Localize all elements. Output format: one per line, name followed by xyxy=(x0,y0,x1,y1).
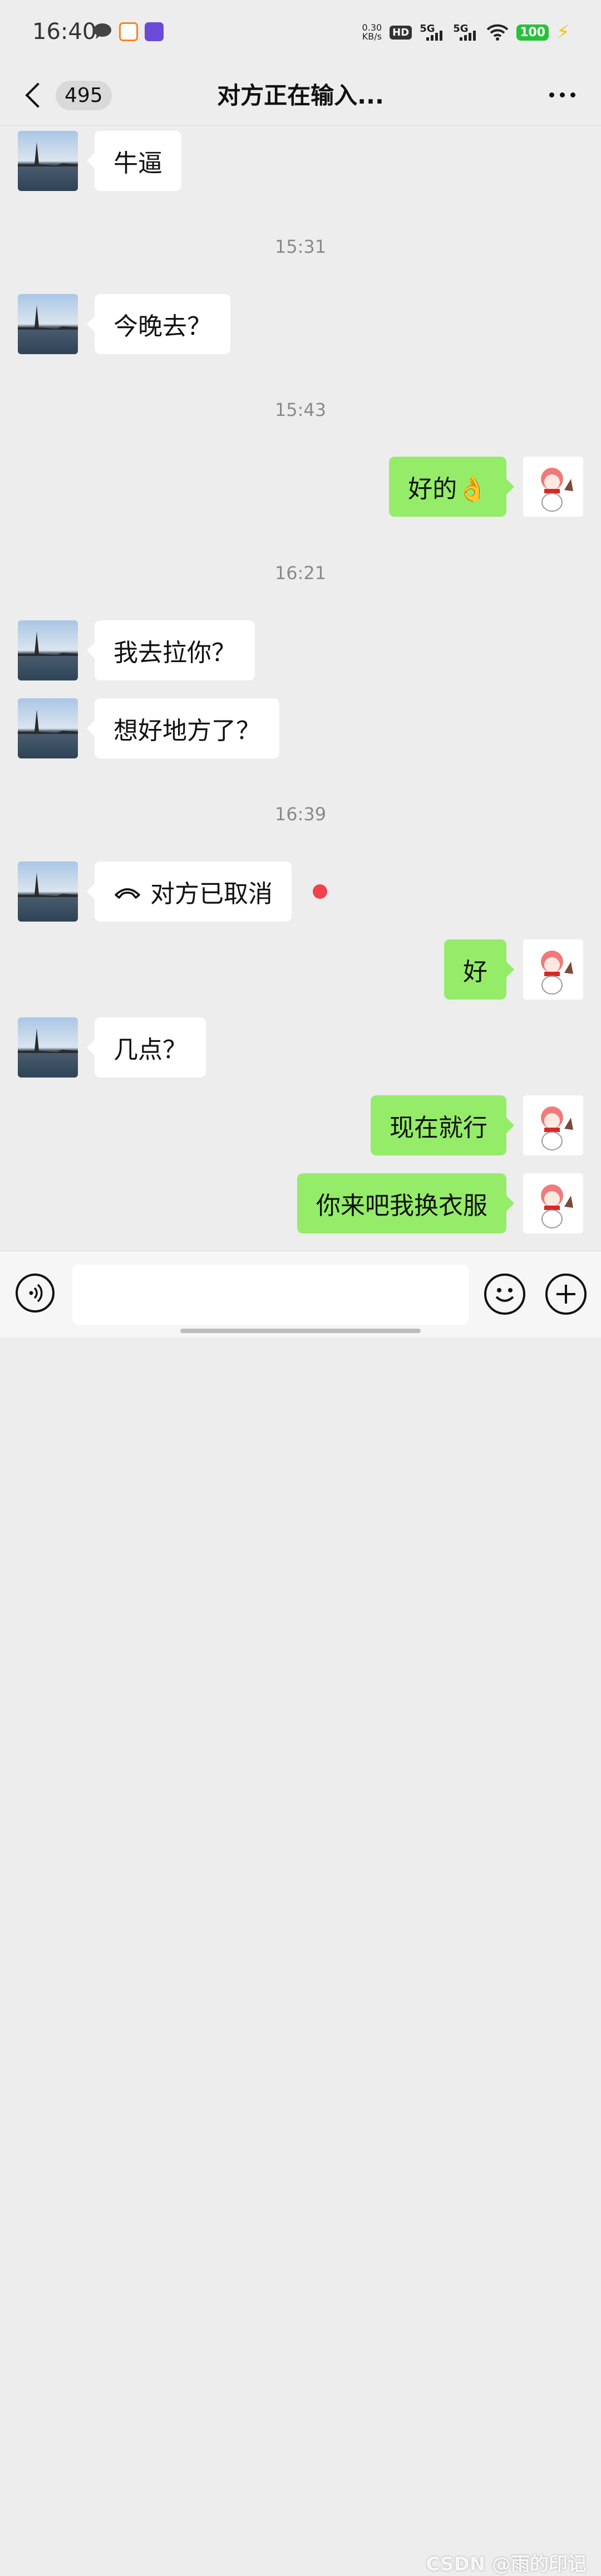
message-sent: 现在就行 xyxy=(0,1095,601,1155)
my-avatar[interactable] xyxy=(523,1173,583,1233)
message-bubble[interactable]: 好的👌 xyxy=(389,457,514,517)
chat-header: 495 对方正在输入... xyxy=(0,67,601,126)
smiley-icon xyxy=(495,1288,514,1302)
hd-icon: HD xyxy=(390,25,412,40)
contact-avatar[interactable] xyxy=(18,620,78,680)
message-received: 今晚去？ xyxy=(0,294,601,354)
message-received: 想好地方了？ xyxy=(0,698,601,758)
battery-icon: 100 xyxy=(516,24,549,41)
voice-icon xyxy=(29,1284,43,1302)
my-avatar[interactable] xyxy=(523,1095,583,1155)
timestamp: 16:21 xyxy=(274,562,327,584)
message-bubble[interactable]: 今晚去？ xyxy=(87,294,230,354)
contact-avatar[interactable] xyxy=(18,1017,78,1078)
message-sent: 你来吧我换衣服 xyxy=(0,1173,601,1233)
dot-icon xyxy=(549,92,554,97)
watermark: CSDN @雨的印记 xyxy=(426,2553,587,2575)
signal-icon-2: 5G xyxy=(453,23,479,42)
home-indicator[interactable] xyxy=(180,1329,421,1333)
timestamp: 16:39 xyxy=(274,804,327,825)
dot-icon xyxy=(570,92,575,97)
charging-icon: ⚡ xyxy=(556,21,570,43)
message-input[interactable] xyxy=(72,1265,469,1325)
voice-input-button[interactable] xyxy=(16,1274,55,1313)
message-bubble[interactable]: 想好地方了？ xyxy=(87,698,279,758)
message-sent: 好 xyxy=(0,939,601,1000)
message-bubble[interactable]: 现在就行 xyxy=(371,1095,514,1155)
didi-app-icon xyxy=(119,22,138,41)
status-bar: 16:40 0.30 KB/s HD 5G 5G 100 ⚡ xyxy=(0,0,601,67)
plus-icon xyxy=(556,1285,575,1304)
contact-avatar[interactable] xyxy=(18,131,78,191)
emoji-button[interactable] xyxy=(484,1274,525,1315)
speed-unit: KB/s xyxy=(362,31,382,42)
message-bubble[interactable]: 你来吧我换衣服 xyxy=(297,1173,514,1233)
chat-notification-icon xyxy=(92,22,112,40)
unread-dot xyxy=(313,884,327,899)
signal-icon-1: 5G xyxy=(420,23,445,42)
contact-avatar[interactable] xyxy=(18,861,78,922)
message-bubble[interactable]: 牛逼 xyxy=(87,131,181,191)
message-sent: 好的👌 xyxy=(0,457,601,517)
more-options-button[interactable] xyxy=(545,84,579,106)
wifi-icon xyxy=(486,23,509,41)
more-functions-button[interactable] xyxy=(545,1274,587,1315)
status-icons: 0.30 KB/s HD 5G 5G 100 ⚡ xyxy=(362,21,570,43)
contact-avatar[interactable] xyxy=(18,698,78,758)
app-notification-icon xyxy=(145,22,164,41)
message-received: 几点？ xyxy=(0,1017,601,1078)
timestamp: 15:43 xyxy=(274,399,327,420)
my-avatar[interactable] xyxy=(523,457,583,517)
contact-avatar[interactable] xyxy=(18,294,78,354)
message-received: 牛逼 xyxy=(0,131,601,191)
message-bubble[interactable]: 我去拉你？ xyxy=(87,620,255,680)
status-time: 16:40 xyxy=(32,19,97,45)
message-received-call: 对方已取消 xyxy=(0,861,601,922)
input-bar: CSDN @雨的印记 xyxy=(0,1251,601,2575)
call-status-text: 对方已取消 xyxy=(150,880,273,908)
timestamp: 15:31 xyxy=(274,236,327,257)
dot-icon xyxy=(559,92,565,97)
my-avatar[interactable] xyxy=(523,939,583,1000)
call-record-bubble[interactable]: 对方已取消 xyxy=(87,861,292,922)
chat-title: 对方正在输入... xyxy=(217,82,384,109)
message-received: 我去拉你？ xyxy=(0,620,601,680)
phone-hangup-icon xyxy=(115,888,140,899)
message-bubble[interactable]: 几点？ xyxy=(87,1017,206,1078)
network-speed: 0.30 KB/s xyxy=(362,23,382,41)
message-bubble[interactable]: 好 xyxy=(444,939,514,1000)
